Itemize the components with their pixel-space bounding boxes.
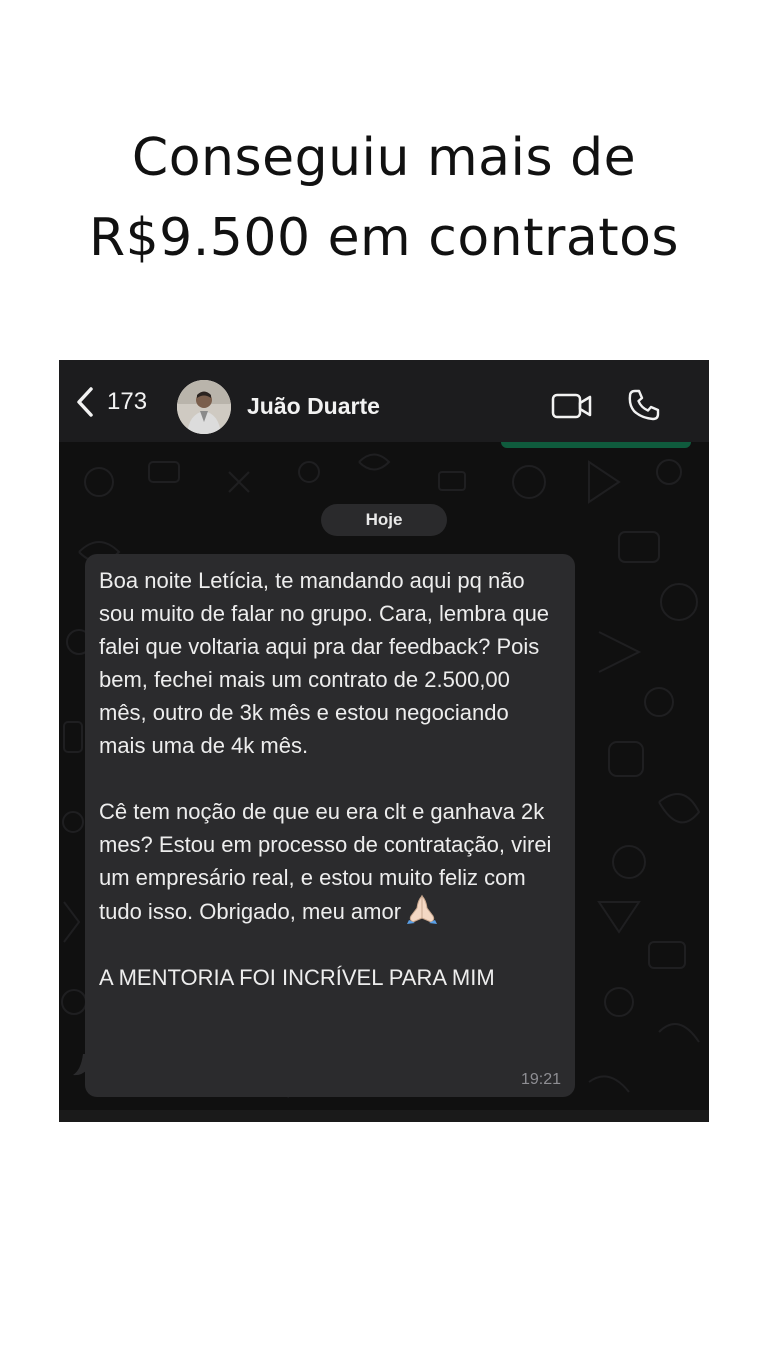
chat-header: 173 Juão Duarte bbox=[59, 360, 709, 442]
headline: Conseguiu mais de R$9.500 em contratos bbox=[0, 118, 768, 278]
avatar[interactable] bbox=[177, 380, 231, 434]
chat-area[interactable]: Hoje Boa noite Letícia, te mandando aqui… bbox=[59, 442, 709, 1110]
voice-call-button[interactable] bbox=[627, 388, 661, 427]
composer-bar-edge bbox=[59, 1110, 709, 1122]
message-paragraph-1: Boa noite Letícia, te mandando aqui pq n… bbox=[99, 568, 550, 758]
message-timestamp: 19:21 bbox=[520, 1071, 561, 1088]
praying-hands-icon bbox=[405, 894, 439, 924]
message-bubble[interactable]: Boa noite Letícia, te mandando aqui pq n… bbox=[85, 554, 575, 1097]
unread-count: 173 bbox=[107, 388, 148, 415]
video-icon bbox=[551, 393, 593, 425]
message-paragraph-3: A MENTORIA FOI INCRÍVEL PARA MIM bbox=[99, 965, 495, 990]
message-paragraph-2: Cê tem noção de que eu era clt e ganhava… bbox=[99, 795, 561, 928]
headline-line-1: Conseguiu mais de bbox=[131, 128, 637, 188]
video-call-button[interactable] bbox=[551, 391, 593, 426]
chevron-left-icon bbox=[75, 386, 95, 418]
message-paragraph-2-text: Cê tem noção de que eu era clt e ganhava… bbox=[99, 799, 552, 924]
date-separator: Hoje bbox=[321, 504, 447, 536]
contact-name[interactable]: Juão Duarte bbox=[247, 393, 380, 420]
phone-icon bbox=[627, 389, 661, 426]
pinned-bar-indicator bbox=[501, 442, 691, 448]
back-button[interactable]: 173 bbox=[75, 386, 147, 418]
chat-screenshot: 173 Juão Duarte Hoje Boa noite Letícia, … bbox=[59, 360, 709, 1122]
headline-line-2: R$9.500 em contratos bbox=[88, 208, 680, 268]
